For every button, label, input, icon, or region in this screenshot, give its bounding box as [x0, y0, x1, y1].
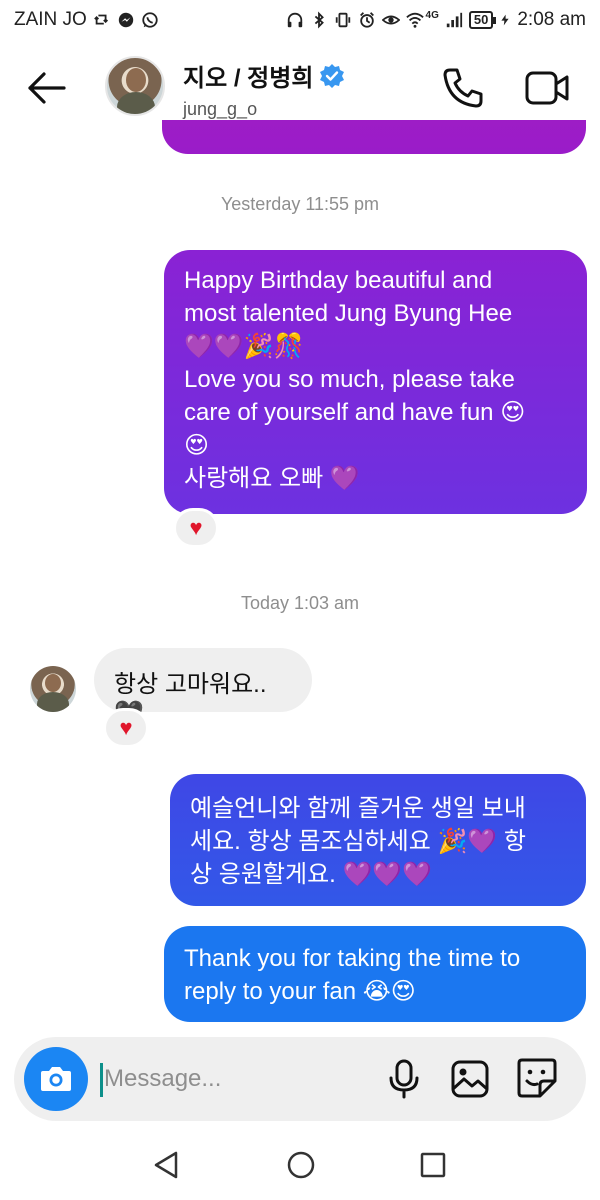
system-nav-bar [0, 1126, 600, 1200]
previous-message-bubble[interactable] [162, 120, 586, 154]
message-line: most talented Jung Byung Hee [184, 300, 513, 327]
text-cursor [100, 1063, 103, 1097]
message-line: 💜💜🎉🎊 [184, 333, 304, 360]
retweet-icon [94, 14, 108, 25]
camera-icon [41, 1067, 71, 1091]
message-composer [14, 1037, 586, 1121]
status-bar: ZAIN JO 4G 50 2:08 am [0, 0, 600, 40]
message-line: 세요. 항상 몸조심하세요 🎉💜 항 [190, 828, 526, 855]
network-type: 4G [425, 9, 439, 21]
heart-reaction[interactable]: ♥ [173, 508, 219, 548]
sticker-icon[interactable] [516, 1057, 558, 1099]
bluetooth-icon [314, 11, 324, 29]
carrier-label: ZAIN JO [14, 9, 87, 30]
message-thread[interactable]: Yesterday 11:55 pm Happy Birthday beauti… [0, 120, 600, 1040]
phone-call-icon[interactable] [441, 66, 485, 110]
heart-icon: ♥ [189, 515, 203, 540]
nav-recents-icon[interactable] [420, 1152, 446, 1178]
headphones-icon [287, 12, 302, 28]
video-call-icon[interactable] [524, 68, 570, 108]
message-line: 😍 [184, 432, 210, 459]
contact-name: 지오 / 정병희 [183, 65, 314, 92]
timestamp: Yesterday 11:55 pm [220, 194, 380, 214]
message-line: reply to your fan 😭😍 [184, 978, 416, 1005]
nav-back-icon[interactable] [152, 1150, 182, 1180]
message-line: Love you so much, please take [184, 366, 515, 393]
whatsapp-icon [142, 12, 158, 28]
battery-indicator: 50 [468, 11, 497, 29]
heart-reaction[interactable]: ♥ [103, 708, 149, 748]
wifi-icon [405, 12, 424, 28]
eye-icon [381, 15, 400, 25]
timestamp: Today 1:03 am [240, 593, 360, 613]
microphone-icon[interactable] [386, 1059, 422, 1099]
gallery-icon[interactable] [450, 1059, 490, 1099]
heart-icon: ♥ [119, 715, 133, 740]
contact-info[interactable]: 지오 / 정병희 jung_g_o [183, 58, 345, 120]
camera-button[interactable] [24, 1047, 88, 1111]
back-arrow-icon[interactable] [24, 68, 68, 108]
clock: 2:08 am [517, 9, 586, 30]
incoming-message[interactable]: 항상 고마워요..🖤 [94, 648, 312, 727]
messenger-icon [118, 12, 134, 28]
alarm-icon [359, 12, 374, 28]
outgoing-message-birthday[interactable]: Happy Birthday beautiful and most talent… [164, 250, 587, 514]
outgoing-message-korean[interactable]: 예슬언니와 함께 즐거운 생일 보내 세요. 항상 몸조심하세요 🎉💜 항 상 … [170, 774, 586, 906]
message-line: 예슬언니와 함께 즐거운 생일 보내 [190, 795, 526, 822]
contact-avatar[interactable] [105, 56, 165, 116]
contact-handle: jung_g_o [183, 99, 258, 119]
message-line: 상 응원할게요. 💜💜💜 [190, 861, 433, 888]
sender-avatar[interactable] [30, 666, 76, 712]
message-input[interactable] [104, 1059, 364, 1099]
nav-home-icon[interactable] [286, 1150, 316, 1180]
signal-icon [446, 12, 462, 28]
vibrate-icon [335, 12, 350, 28]
charging-icon [501, 14, 509, 26]
message-line: 사랑해요 오빠 💜 [184, 465, 360, 492]
outgoing-message-thanks[interactable]: Thank you for taking the time to reply t… [164, 926, 586, 1022]
message-line: care of yourself and have fun 😍 [184, 399, 526, 426]
verified-badge-icon [320, 63, 345, 88]
message-line: Happy Birthday beautiful and [184, 267, 493, 294]
message-line: Thank you for taking the time to [184, 945, 521, 972]
